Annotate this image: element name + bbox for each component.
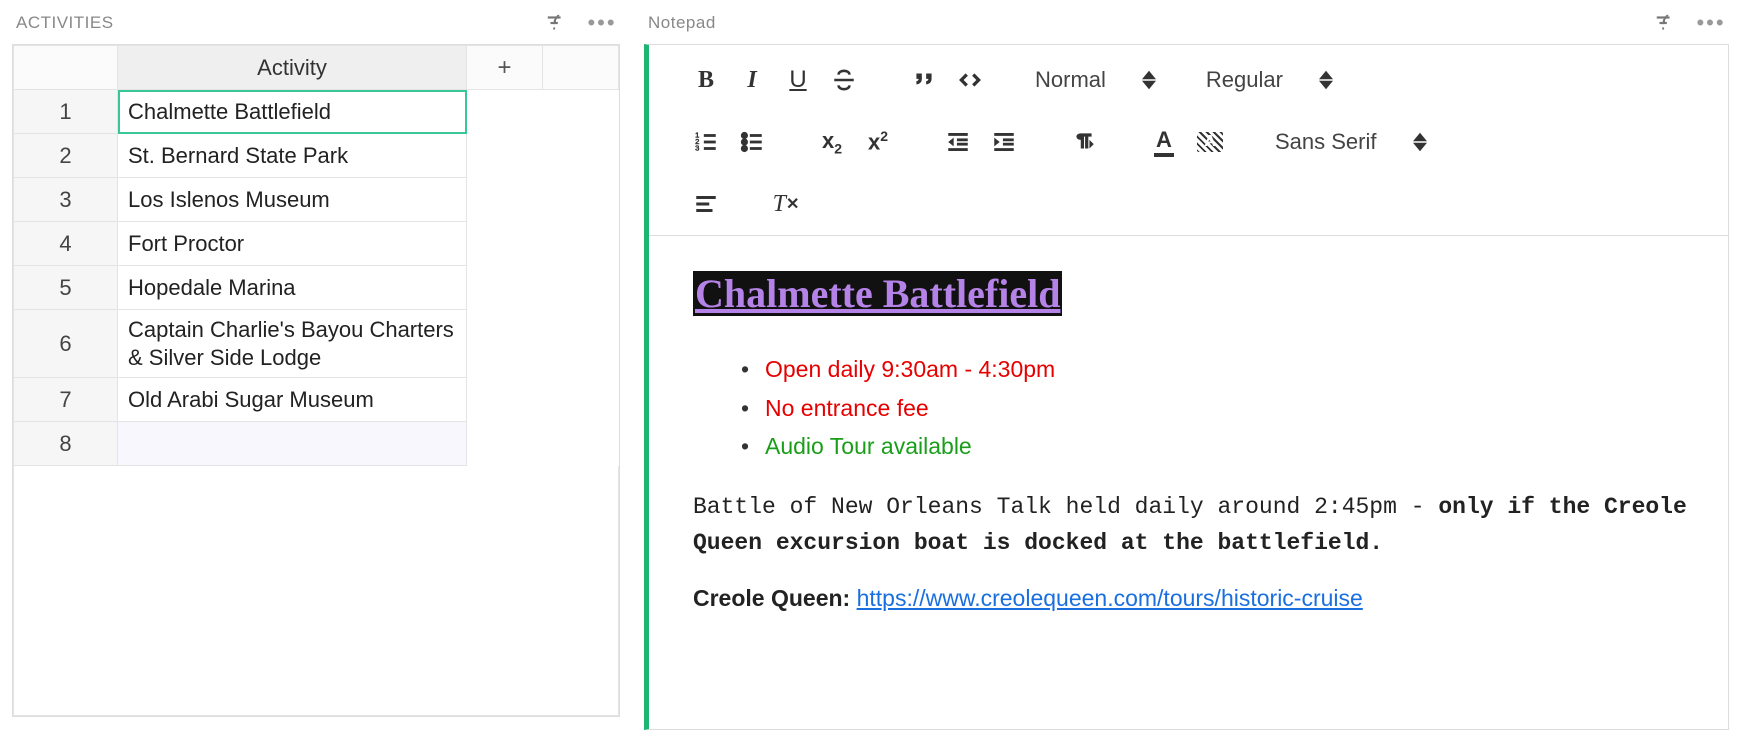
activity-cell[interactable]: Los Islenos Museum (118, 178, 467, 222)
table-row[interactable]: 3Los Islenos Museum (14, 178, 619, 222)
row-number[interactable]: 6 (14, 310, 118, 378)
row-number[interactable]: 3 (14, 178, 118, 222)
indent-button[interactable] (981, 125, 1027, 159)
align-button[interactable] (683, 187, 729, 221)
corner-cell[interactable] (14, 46, 118, 90)
table-row[interactable]: 4Fort Proctor (14, 222, 619, 266)
table-row[interactable]: 8 (14, 422, 619, 466)
filter-icon[interactable] (1651, 9, 1679, 37)
note-bullet[interactable]: Open daily 9:30am - 4:30pm (765, 352, 1700, 387)
heading-select[interactable]: Normal (1027, 67, 1164, 93)
activity-cell[interactable]: Fort Proctor (118, 222, 467, 266)
editor-body[interactable]: Chalmette Battlefield Open daily 9:30am … (649, 236, 1728, 663)
italic-button[interactable]: I (729, 63, 775, 97)
talk-text-plain: Battle of New Orleans Talk held daily ar… (693, 494, 1397, 520)
note-paragraph-link[interactable]: Creole Queen: https://www.creolequeen.co… (693, 581, 1700, 616)
more-icon[interactable]: ••• (588, 9, 616, 37)
creole-queen-label: Creole Queen: (693, 585, 857, 611)
activities-header: ACTIVITIES ••• (12, 8, 620, 44)
text-color-button[interactable]: A (1141, 125, 1187, 159)
activities-header-actions: ••• (542, 9, 616, 37)
column-header-activity[interactable]: Activity (118, 46, 467, 90)
unordered-list-button[interactable] (729, 125, 775, 159)
notepad-pane: Notepad ••• B I U Normal Reg (632, 0, 1741, 742)
activities-table: Activity + 1Chalmette Battlefield2St. Be… (13, 45, 619, 466)
end-column-spacer (543, 46, 619, 90)
font-select[interactable]: Sans Serif (1267, 129, 1435, 155)
activity-cell[interactable] (118, 422, 467, 466)
weight-select[interactable]: Regular (1198, 67, 1341, 93)
bold-button[interactable]: B (683, 63, 729, 97)
activities-pane: ACTIVITIES ••• Activity + 1Chalme (0, 0, 632, 742)
highlight-color-button[interactable]: A (1187, 125, 1233, 159)
outdent-button[interactable] (935, 125, 981, 159)
creole-queen-link[interactable]: https://www.creolequeen.com/tours/histor… (857, 585, 1363, 611)
row-number[interactable]: 2 (14, 134, 118, 178)
filter-icon[interactable] (542, 9, 570, 37)
notepad-header-actions: ••• (1651, 9, 1725, 37)
note-bullet[interactable]: Audio Tour available (765, 429, 1700, 464)
row-number[interactable]: 5 (14, 266, 118, 310)
superscript-button[interactable]: x2 (855, 125, 901, 159)
notepad-title: Notepad (648, 13, 716, 33)
notepad-editor: B I U Normal Regular 123 x2 x2 (644, 44, 1729, 730)
editor-toolbar: B I U Normal Regular 123 x2 x2 (649, 45, 1728, 236)
table-row[interactable]: 2St. Bernard State Park (14, 134, 619, 178)
more-icon[interactable]: ••• (1697, 9, 1725, 37)
table-row[interactable]: 7Old Arabi Sugar Museum (14, 378, 619, 422)
svg-text:3: 3 (695, 144, 699, 153)
activities-grid: Activity + 1Chalmette Battlefield2St. Be… (12, 44, 620, 717)
clear-format-button[interactable]: T✕ (763, 187, 809, 221)
underline-button[interactable]: U (775, 63, 821, 97)
note-bullets: Open daily 9:30am - 4:30pm No entrance fe… (693, 352, 1700, 464)
table-row[interactable]: 6Captain Charlie's Bayou Charters & Silv… (14, 310, 619, 378)
row-number[interactable]: 1 (14, 90, 118, 134)
activity-cell[interactable]: Chalmette Battlefield (118, 90, 467, 134)
activity-cell[interactable]: Captain Charlie's Bayou Charters & Silve… (118, 310, 467, 378)
row-number[interactable]: 8 (14, 422, 118, 466)
subscript-button[interactable]: x2 (809, 125, 855, 159)
note-paragraph-talk[interactable]: Battle of New Orleans Talk held daily ar… (693, 488, 1700, 561)
row-number[interactable]: 4 (14, 222, 118, 266)
note-bullet[interactable]: No entrance fee (765, 391, 1700, 426)
strikethrough-button[interactable] (821, 63, 867, 97)
note-heading[interactable]: Chalmette Battlefield (693, 271, 1062, 316)
activity-cell[interactable]: St. Bernard State Park (118, 134, 467, 178)
table-row[interactable]: 5Hopedale Marina (14, 266, 619, 310)
blockquote-button[interactable] (901, 63, 947, 97)
row-number[interactable]: 7 (14, 378, 118, 422)
code-button[interactable] (947, 63, 993, 97)
activity-cell[interactable]: Old Arabi Sugar Museum (118, 378, 467, 422)
notepad-header: Notepad ••• (644, 8, 1729, 44)
table-row[interactable]: 1Chalmette Battlefield (14, 90, 619, 134)
text-direction-button[interactable] (1061, 125, 1107, 159)
grid-empty-area[interactable] (13, 466, 619, 716)
activity-cell[interactable]: Hopedale Marina (118, 266, 467, 310)
ordered-list-button[interactable]: 123 (683, 125, 729, 159)
activities-title: ACTIVITIES (16, 13, 114, 33)
add-column-button[interactable]: + (467, 46, 543, 90)
